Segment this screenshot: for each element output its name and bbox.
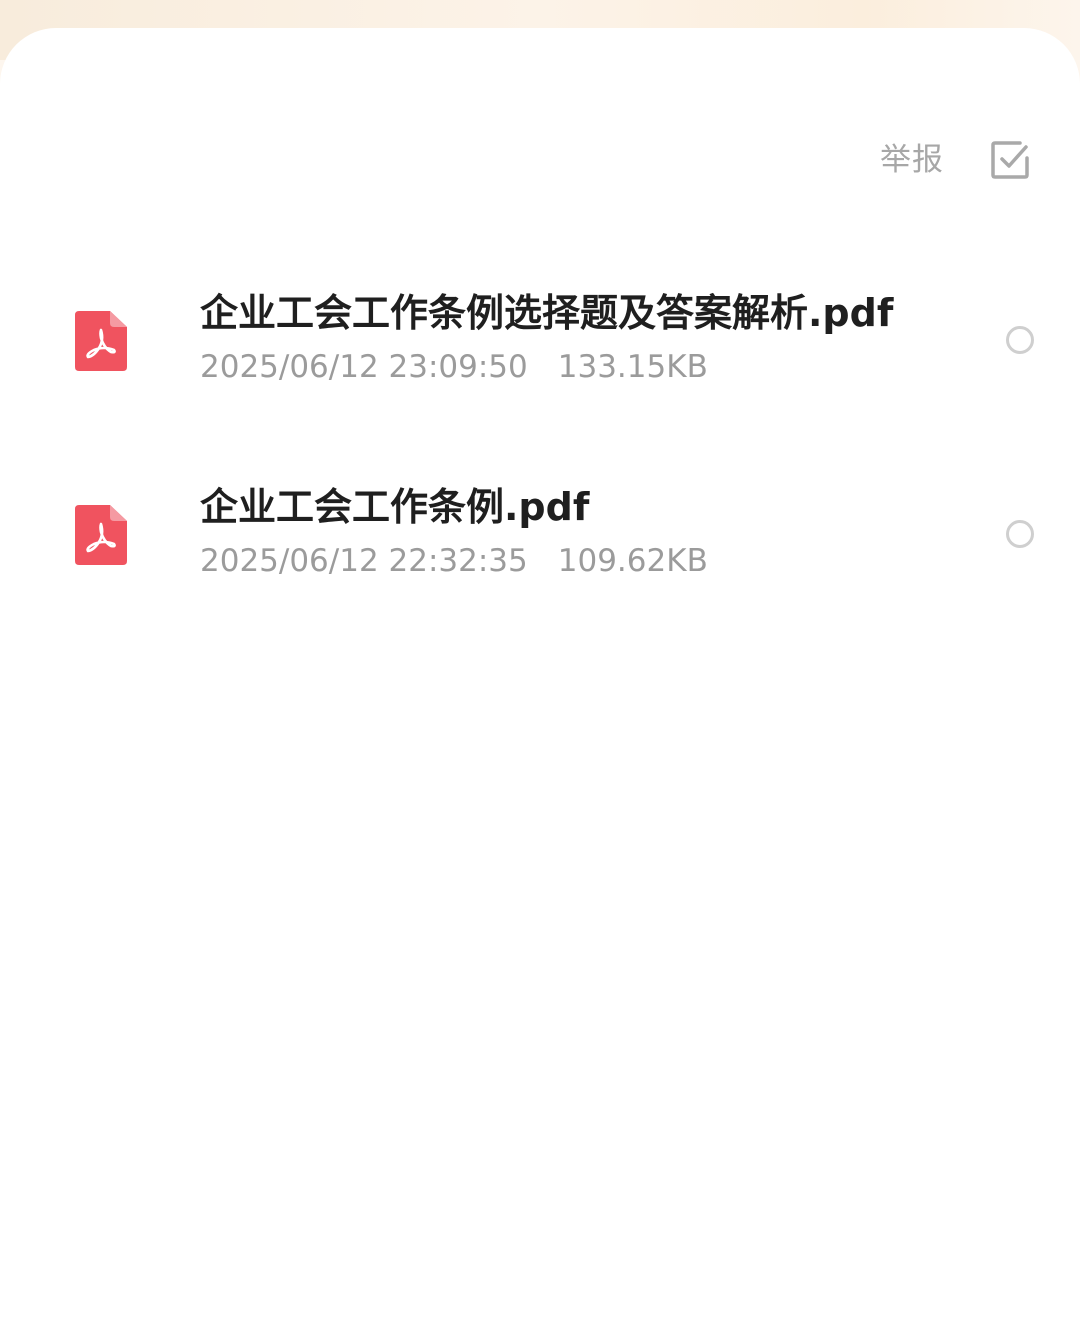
report-button[interactable]: 举报	[880, 138, 944, 182]
file-name: 企业工会工作条例选择题及答案解析.pdf	[200, 291, 894, 335]
checkbox-check-icon	[991, 141, 1029, 179]
file-list: 企业工会工作条例选择题及答案解析.pdf 2025/06/12 23:09:50…	[0, 270, 1080, 658]
file-meta: 2025/06/12 22:32:35 109.62KB	[200, 540, 708, 582]
bottom-sheet	[0, 28, 1080, 1329]
file-name: 企业工会工作条例.pdf	[200, 485, 590, 529]
file-size: 133.15KB	[557, 349, 708, 385]
file-list-item[interactable]: 企业工会工作条例.pdf 2025/06/12 22:32:35 109.62KB	[0, 464, 1080, 658]
file-select-radio[interactable]	[1006, 326, 1034, 354]
file-list-toolbar: 举报	[880, 138, 1032, 182]
pdf-file-icon	[75, 505, 127, 565]
pdf-file-icon	[75, 311, 127, 371]
file-meta: 2025/06/12 23:09:50 133.15KB	[200, 346, 708, 388]
file-size: 109.62KB	[557, 543, 708, 579]
file-select-radio[interactable]	[1006, 520, 1034, 548]
file-list-item[interactable]: 企业工会工作条例选择题及答案解析.pdf 2025/06/12 23:09:50…	[0, 270, 1080, 464]
multi-select-button[interactable]	[988, 138, 1032, 182]
file-date: 2025/06/12 22:32:35	[200, 543, 528, 579]
file-date: 2025/06/12 23:09:50	[200, 349, 528, 385]
